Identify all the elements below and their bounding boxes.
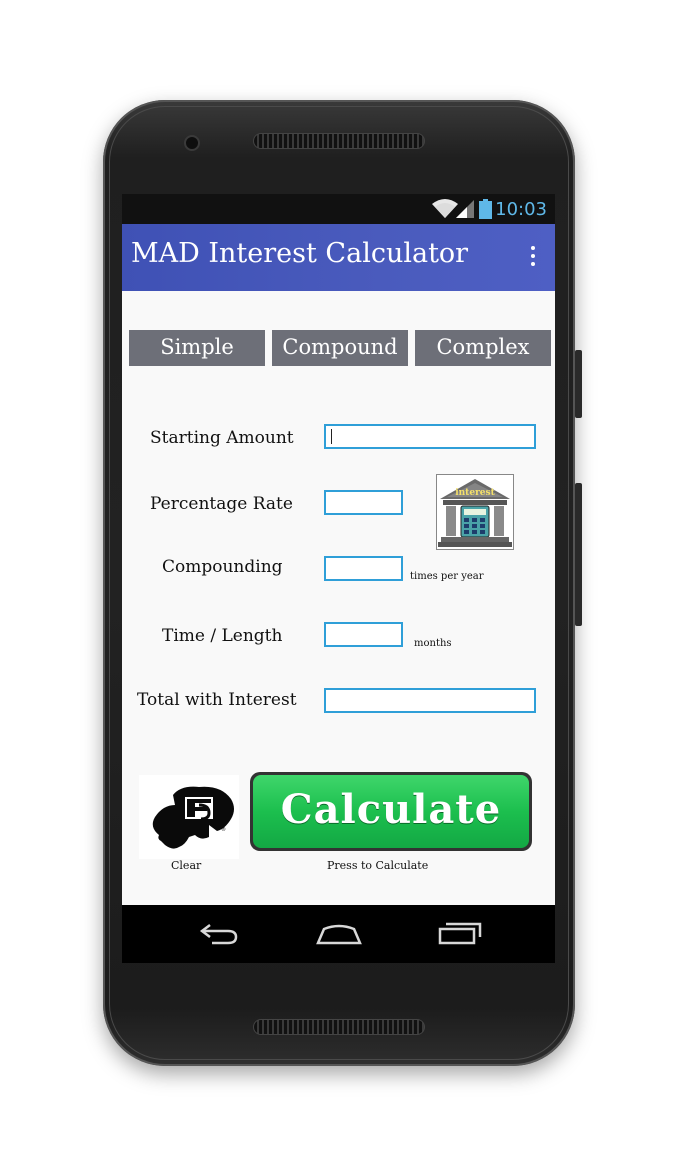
power-button <box>575 350 582 418</box>
status-bar: 10:03 <box>122 194 555 224</box>
navigation-bar <box>122 905 555 963</box>
starting-amount-label: Starting Amount <box>150 428 294 448</box>
tab-simple[interactable]: Simple <box>129 330 265 366</box>
status-time: 10:03 <box>495 199 547 220</box>
earpiece-speaker <box>253 133 425 149</box>
percentage-rate-input[interactable] <box>324 490 403 515</box>
buffalo-logo-icon: ® <box>152 786 234 849</box>
app-title: MAD Interest Calculator <box>131 238 469 269</box>
calculate-button-label: Calculate <box>253 775 529 848</box>
battery-icon <box>479 199 492 219</box>
front-camera <box>184 135 200 151</box>
time-length-unit: months <box>414 638 452 649</box>
compounding-input[interactable] <box>324 556 403 581</box>
overflow-menu-icon[interactable] <box>529 246 537 270</box>
total-with-interest-field[interactable] <box>324 688 536 713</box>
time-length-label: Time / Length <box>162 626 283 646</box>
home-icon[interactable] <box>316 919 362 949</box>
tab-complex[interactable]: Complex <box>415 330 551 366</box>
svg-text:®: ® <box>221 826 226 833</box>
calculator-content: Simple Compound Complex Starting Amount … <box>122 291 555 905</box>
bottom-speaker <box>253 1019 425 1035</box>
time-length-input[interactable] <box>324 622 403 647</box>
starting-amount-input[interactable] <box>324 424 536 449</box>
interest-bank-icon: interest <box>436 474 514 550</box>
wifi-icon <box>432 199 458 218</box>
compounding-label: Compounding <box>162 557 283 577</box>
percentage-rate-label: Percentage Rate <box>150 494 293 514</box>
total-with-interest-label: Total with Interest <box>137 690 297 710</box>
text-caret <box>331 429 332 444</box>
recent-apps-icon[interactable] <box>438 919 482 949</box>
back-icon[interactable] <box>198 919 238 949</box>
calculate-caption: Press to Calculate <box>327 859 429 872</box>
app-bar: MAD Interest Calculator <box>122 224 555 291</box>
volume-button <box>575 483 582 626</box>
cell-signal-icon <box>456 200 474 218</box>
tab-compound[interactable]: Compound <box>272 330 408 366</box>
phone-screen: 10:03 MAD Interest Calculator Simple Com… <box>122 194 555 963</box>
compounding-unit: times per year <box>410 571 484 582</box>
clear-button[interactable]: ® <box>139 775 239 859</box>
calculate-button[interactable]: Calculate <box>250 772 532 851</box>
svg-text:interest: interest <box>455 488 495 498</box>
clear-caption: Clear <box>171 859 202 872</box>
